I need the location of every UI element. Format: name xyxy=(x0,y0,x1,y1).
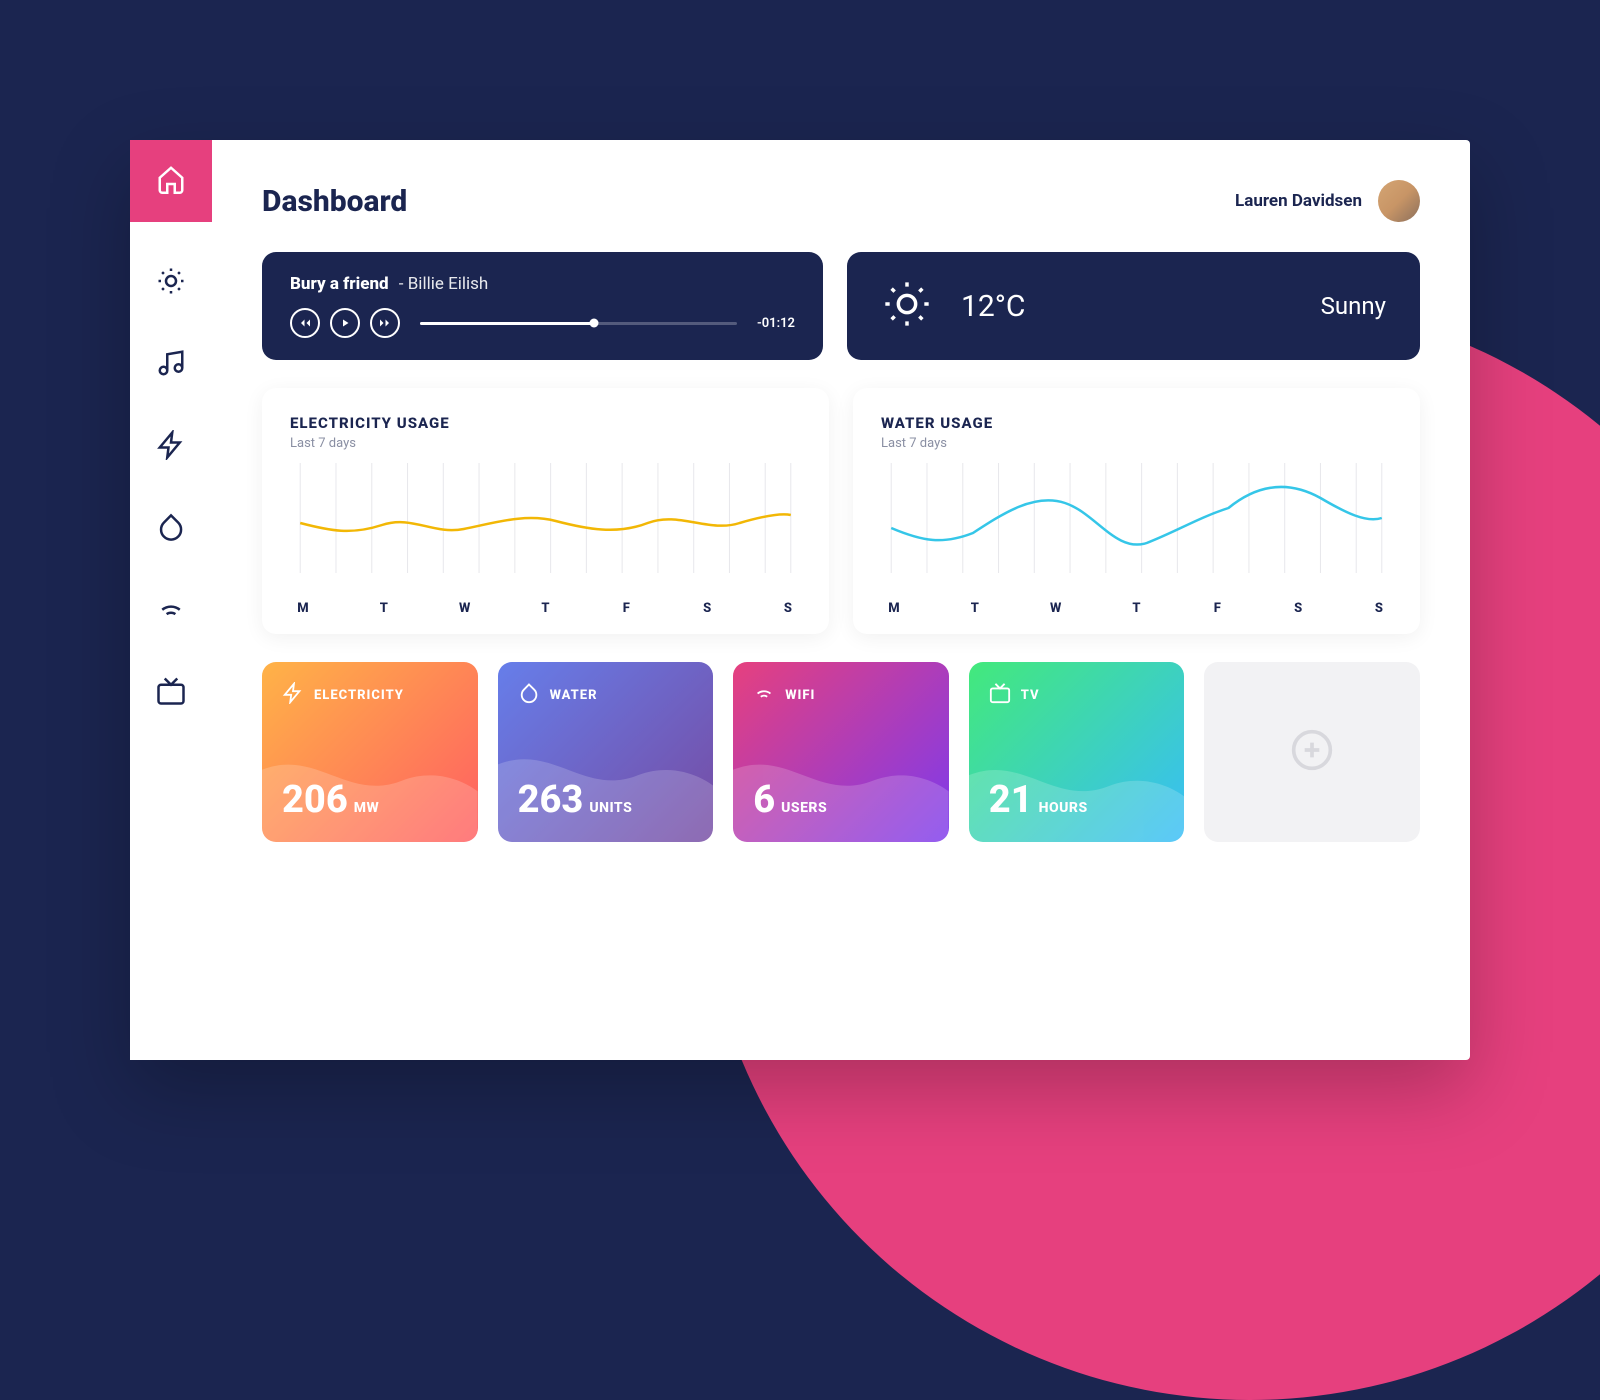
forward-button[interactable] xyxy=(370,308,400,338)
wave-decoration xyxy=(498,662,714,842)
chart-labels: M T W T F S S xyxy=(881,601,1392,616)
main-content: Dashboard Lauren Davidsen Bury a friend … xyxy=(212,140,1470,1060)
page-title: Dashboard xyxy=(262,184,407,219)
day-label: W xyxy=(1049,601,1063,616)
sidebar xyxy=(130,140,212,1060)
droplet-icon xyxy=(156,512,186,546)
day-label: S xyxy=(1372,601,1386,616)
wave-decoration xyxy=(733,662,949,842)
app-window: Dashboard Lauren Davidsen Bury a friend … xyxy=(130,140,1470,1060)
day-label: S xyxy=(700,601,714,616)
tv-icon xyxy=(156,676,186,710)
electricity-chart xyxy=(290,463,801,593)
tile-electricity[interactable]: ELECTRICITY 206 MW xyxy=(262,662,478,842)
weather-card: 12°C Sunny xyxy=(847,252,1420,360)
sidebar-item-electricity[interactable] xyxy=(130,406,212,488)
bolt-icon xyxy=(156,430,186,464)
time-remaining: -01:12 xyxy=(757,316,795,331)
wifi-icon xyxy=(156,594,186,628)
tile-add[interactable] xyxy=(1204,662,1420,842)
tile-water[interactable]: WATER 263 UNITS xyxy=(498,662,714,842)
day-label: W xyxy=(458,601,472,616)
temperature: 12°C xyxy=(961,289,1025,324)
avatar xyxy=(1378,180,1420,222)
stat-tiles: ELECTRICITY 206 MW WATER 263 UNITS xyxy=(262,662,1420,842)
card-title: ELECTRICITY USAGE xyxy=(290,414,801,432)
day-label: S xyxy=(781,601,795,616)
play-icon xyxy=(339,314,351,333)
day-label: T xyxy=(377,601,391,616)
wave-decoration xyxy=(262,662,478,842)
day-label: S xyxy=(1291,601,1305,616)
day-label: T xyxy=(538,601,552,616)
rewind-button[interactable] xyxy=(290,308,320,338)
electricity-usage-card: ELECTRICITY USAGE Last 7 days M T W T F xyxy=(262,388,829,634)
music-title: Bury a friend - Billie Eilish xyxy=(290,274,795,294)
music-controls: -01:12 xyxy=(290,308,795,338)
play-button[interactable] xyxy=(330,308,360,338)
day-label: F xyxy=(1210,601,1224,616)
day-label: T xyxy=(968,601,982,616)
sun-icon xyxy=(881,278,933,334)
day-label: M xyxy=(887,601,901,616)
home-icon xyxy=(156,164,186,198)
sidebar-item-home[interactable] xyxy=(130,140,212,222)
header: Dashboard Lauren Davidsen xyxy=(262,180,1420,222)
sidebar-item-wifi[interactable] xyxy=(130,570,212,652)
card-subtitle: Last 7 days xyxy=(881,436,1392,451)
weather-condition: Sunny xyxy=(1321,292,1386,320)
progress-bar[interactable] xyxy=(420,322,737,325)
user-profile[interactable]: Lauren Davidsen xyxy=(1235,180,1420,222)
rewind-icon xyxy=(299,314,311,333)
wave-decoration xyxy=(969,662,1185,842)
chart-labels: M T W T F S S xyxy=(290,601,801,616)
music-icon xyxy=(156,348,186,382)
sidebar-item-water[interactable] xyxy=(130,488,212,570)
music-player-card: Bury a friend - Billie Eilish -01:12 xyxy=(262,252,823,360)
song-name: Bury a friend xyxy=(290,274,389,294)
tile-tv[interactable]: TV 21 HOURS xyxy=(969,662,1185,842)
artist-name: - Billie Eilish xyxy=(399,274,488,294)
water-chart xyxy=(881,463,1392,593)
card-title: WATER USAGE xyxy=(881,414,1392,432)
day-label: F xyxy=(619,601,633,616)
day-label: T xyxy=(1129,601,1143,616)
sidebar-item-weather[interactable] xyxy=(130,242,212,324)
forward-icon xyxy=(379,314,391,333)
card-subtitle: Last 7 days xyxy=(290,436,801,451)
plus-icon xyxy=(1290,728,1334,776)
sidebar-item-tv[interactable] xyxy=(130,652,212,734)
sun-icon xyxy=(156,266,186,300)
water-usage-card: WATER USAGE Last 7 days M T W T F xyxy=(853,388,1420,634)
sidebar-item-music[interactable] xyxy=(130,324,212,406)
day-label: M xyxy=(296,601,310,616)
tile-wifi[interactable]: WIFI 6 USERS xyxy=(733,662,949,842)
user-name: Lauren Davidsen xyxy=(1235,191,1362,211)
